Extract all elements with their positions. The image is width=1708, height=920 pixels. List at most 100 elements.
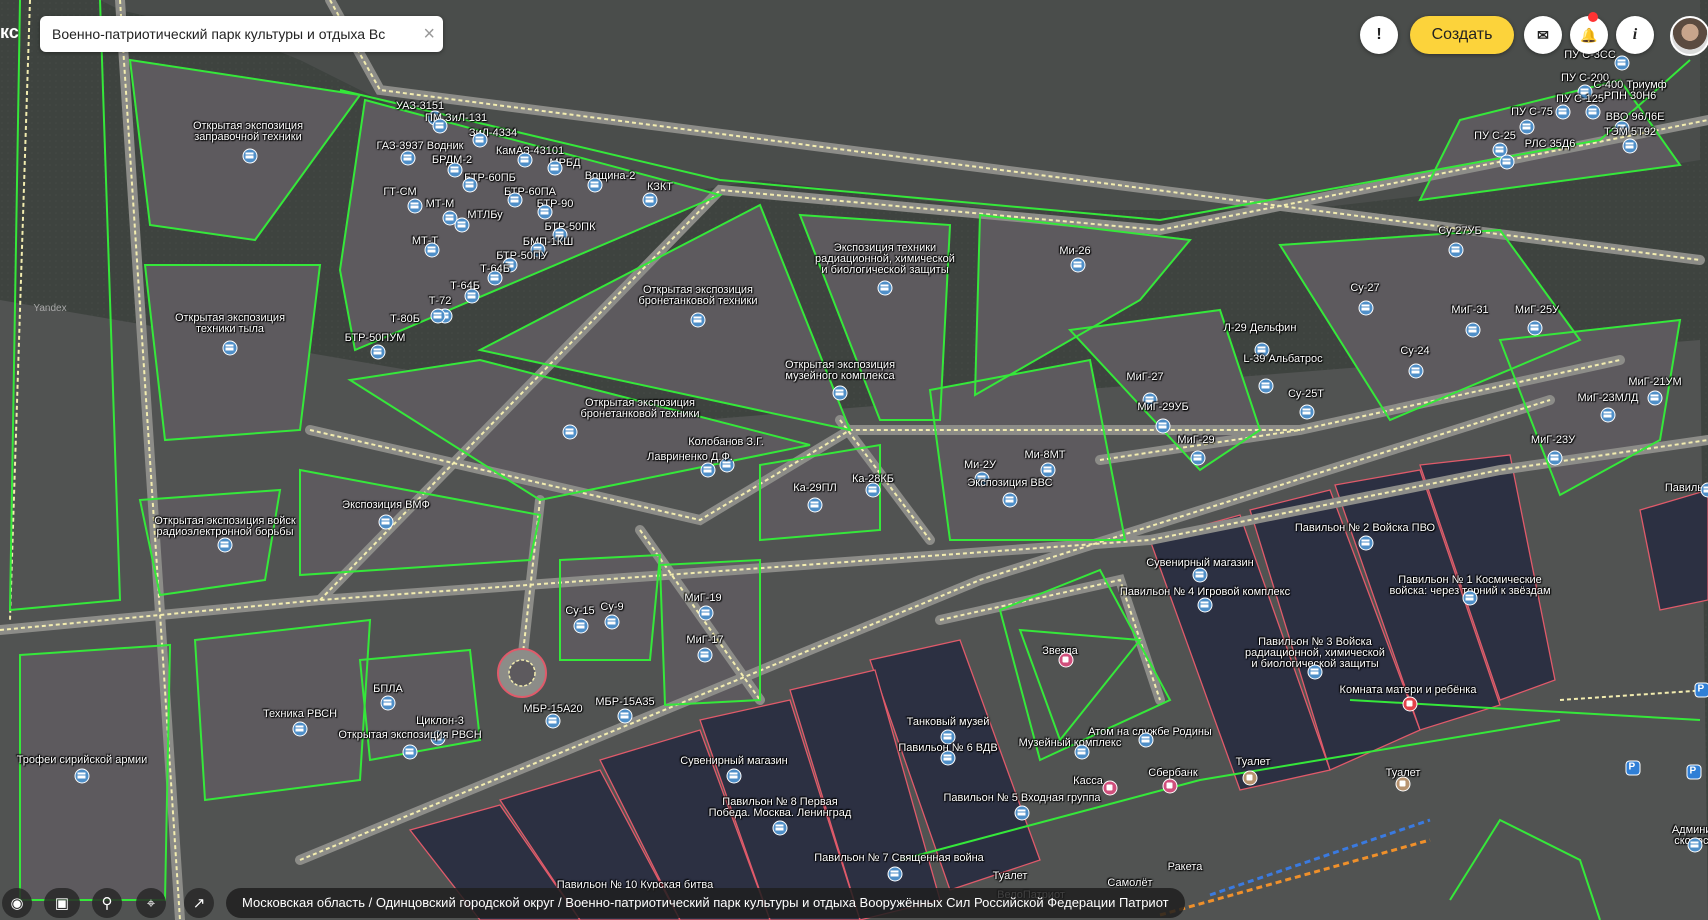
- museum-pin-icon[interactable]: [562, 424, 578, 440]
- museum-pin-icon[interactable]: [1014, 805, 1030, 821]
- museum-pin-icon[interactable]: [462, 177, 478, 193]
- museum-pin-icon[interactable]: [807, 497, 823, 513]
- museum-pin-icon[interactable]: [430, 730, 446, 746]
- user-avatar[interactable]: [1670, 16, 1708, 56]
- museum-pin-icon[interactable]: [537, 204, 553, 220]
- museum-pin-icon[interactable]: [464, 288, 480, 304]
- museum-pin-icon[interactable]: [487, 270, 503, 286]
- museum-pin-icon[interactable]: [222, 340, 238, 356]
- museum-pin-icon[interactable]: [217, 537, 233, 553]
- museum-pin-icon[interactable]: [1142, 392, 1158, 408]
- museum-pin-icon[interactable]: [400, 150, 416, 166]
- museum-pin-icon[interactable]: [1519, 119, 1535, 135]
- museum-pin-icon[interactable]: [545, 713, 561, 729]
- museum-pin-icon[interactable]: [454, 217, 470, 233]
- museum-pin-icon[interactable]: [502, 257, 518, 273]
- museum-pin-icon[interactable]: [1070, 257, 1086, 273]
- museum-pin-icon[interactable]: [1190, 450, 1206, 466]
- museum-pin-icon[interactable]: [587, 177, 603, 193]
- museum-pin-icon[interactable]: [877, 280, 893, 296]
- clear-search-icon[interactable]: ×: [423, 24, 435, 44]
- museum-pin-icon[interactable]: [472, 132, 488, 148]
- museum-pin-icon[interactable]: [1448, 242, 1464, 258]
- museum-pin-icon[interactable]: [1358, 535, 1374, 551]
- museum-pin-icon[interactable]: [940, 750, 956, 766]
- museum-pin-icon[interactable]: [573, 618, 589, 634]
- museum-pin-icon[interactable]: [1307, 664, 1323, 680]
- parking-icon[interactable]: [1686, 764, 1702, 780]
- museum-pin-icon[interactable]: [530, 242, 546, 258]
- museum-pin-icon[interactable]: [380, 695, 396, 711]
- museum-pin-icon[interactable]: [1585, 104, 1601, 120]
- museum-pin-icon[interactable]: [1192, 567, 1208, 583]
- museum-pin-icon[interactable]: [1577, 84, 1593, 100]
- museum-pin-icon[interactable]: [1465, 322, 1481, 338]
- museum-pin-icon[interactable]: [690, 312, 706, 328]
- museum-pin-icon[interactable]: [1197, 597, 1213, 613]
- museum-pin-icon[interactable]: [1527, 320, 1543, 336]
- museum-pin-icon[interactable]: [517, 152, 533, 168]
- museum-pin-icon[interactable]: [719, 457, 735, 473]
- museum-pin-icon[interactable]: [1155, 418, 1171, 434]
- museum-pin-icon[interactable]: [370, 344, 386, 360]
- museum-pin-icon[interactable]: [402, 744, 418, 760]
- museum-pin-icon[interactable]: [242, 148, 258, 164]
- parking-icon[interactable]: [1694, 682, 1708, 698]
- museum-pin-icon[interactable]: [1138, 732, 1154, 748]
- toilet-pin-icon[interactable]: [1242, 770, 1258, 786]
- museum-pin-icon[interactable]: [552, 227, 568, 243]
- messages-button[interactable]: ✉: [1524, 16, 1562, 54]
- notifications-button[interactable]: 🔔: [1570, 16, 1608, 54]
- museum-pin-icon[interactable]: [617, 708, 633, 724]
- museum-pin-icon[interactable]: [1547, 450, 1563, 466]
- museum-pin-icon[interactable]: [424, 242, 440, 258]
- pin-icon[interactable]: ⌖: [136, 888, 166, 918]
- museum-pin-icon[interactable]: [1647, 390, 1663, 406]
- museum-pin-icon[interactable]: [1074, 744, 1090, 760]
- museum-pin-icon[interactable]: [1499, 154, 1515, 170]
- museum-pin-icon[interactable]: [1408, 363, 1424, 379]
- camera-icon[interactable]: ▣: [44, 888, 80, 918]
- museum-pin-icon[interactable]: [1358, 300, 1374, 316]
- museum-pin-icon[interactable]: [1040, 462, 1056, 478]
- museum-pin-icon[interactable]: [1614, 120, 1630, 136]
- museum-pin-icon[interactable]: [865, 482, 881, 498]
- museum-pin-icon[interactable]: [1614, 55, 1630, 71]
- toilet-pin-icon[interactable]: [1395, 776, 1411, 792]
- museum-pin-icon[interactable]: [697, 647, 713, 663]
- museum-pin-icon[interactable]: [74, 768, 90, 784]
- search-input[interactable]: Военно-патриотический парк культуры и от…: [52, 26, 408, 42]
- pedestrian-icon[interactable]: ⚲: [92, 888, 122, 918]
- museum-pin-icon[interactable]: [1462, 590, 1478, 606]
- museum-pin-icon[interactable]: [507, 192, 523, 208]
- pink-pin-icon[interactable]: [1058, 652, 1074, 668]
- pink-pin-icon[interactable]: [1102, 780, 1118, 796]
- yandex-logo[interactable]: кс: [0, 22, 19, 43]
- satellite-map[interactable]: [0, 0, 1708, 920]
- create-button[interactable]: Создать: [1410, 16, 1514, 54]
- museum-pin-icon[interactable]: [378, 514, 394, 530]
- museum-pin-icon[interactable]: [832, 385, 848, 401]
- museum-pin-icon[interactable]: [698, 605, 714, 621]
- museum-pin-icon[interactable]: [726, 768, 742, 784]
- parking-icon[interactable]: [1625, 760, 1641, 776]
- museum-pin-icon[interactable]: [700, 462, 716, 478]
- museum-pin-icon[interactable]: [292, 721, 308, 737]
- museum-pin-icon[interactable]: [407, 198, 423, 214]
- about-button[interactable]: i: [1616, 16, 1654, 54]
- report-button[interactable]: !: [1360, 16, 1398, 54]
- museum-pin-icon[interactable]: [1687, 837, 1703, 853]
- search-box[interactable]: Военно-патриотический парк культуры и от…: [40, 16, 443, 52]
- external-link-icon[interactable]: ↗: [184, 888, 214, 918]
- museum-pin-icon[interactable]: [604, 614, 620, 630]
- museum-pin-icon[interactable]: [1622, 138, 1638, 154]
- museum-pin-icon[interactable]: [432, 118, 448, 134]
- museum-pin-icon[interactable]: [1555, 104, 1571, 120]
- museum-pin-icon[interactable]: [1254, 342, 1270, 358]
- museum-pin-icon[interactable]: [547, 160, 563, 176]
- museum-pin-icon[interactable]: [1002, 492, 1018, 508]
- person-icon[interactable]: ◉: [2, 888, 32, 918]
- museum-pin-icon[interactable]: [1299, 404, 1315, 420]
- museum-pin-icon[interactable]: [447, 162, 463, 178]
- museum-pin-icon[interactable]: [940, 729, 956, 745]
